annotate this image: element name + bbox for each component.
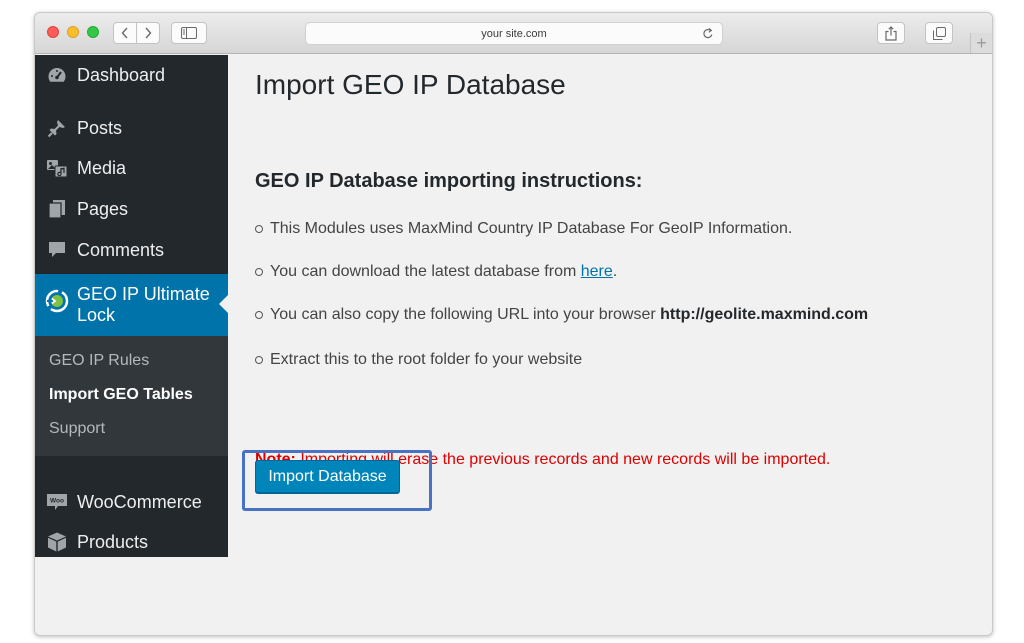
sidebar-item-dashboard[interactable]: Dashboard: [35, 55, 228, 95]
woocommerce-icon: Woo: [35, 492, 77, 512]
dashboard-icon: [35, 66, 77, 84]
bullet-icon: [255, 356, 263, 364]
instruction-text: This Modules uses MaxMind Country IP Dat…: [270, 220, 793, 237]
instruction-item: You can download the latest database fro…: [255, 263, 617, 281]
sidebar-item-label: WooCommerce: [77, 491, 202, 512]
sidebar-item-posts[interactable]: Posts: [35, 108, 228, 148]
sidebar-item-label: Pages: [77, 198, 129, 219]
browser-titlebar: your site.com +: [35, 13, 992, 54]
media-icon: [35, 158, 77, 178]
sidebar-item-comments[interactable]: Comments: [35, 230, 228, 270]
instruction-item: You can also copy the following URL into…: [255, 306, 868, 324]
reload-icon[interactable]: [702, 27, 714, 40]
sidebar-item-geo-ip-ultimate-lock[interactable]: GEO IP Ultimate Lock: [35, 274, 228, 336]
instruction-prefix: You can download the latest database fro…: [270, 263, 581, 280]
sidebar-toggle-button[interactable]: [171, 22, 207, 44]
sidebar-item-woocommerce[interactable]: Woo WooCommerce: [35, 482, 228, 522]
submenu-item-import-geo-tables[interactable]: Import GEO Tables: [49, 386, 193, 404]
sidebar-item-media[interactable]: Media: [35, 148, 228, 188]
bullet-icon: [255, 268, 263, 276]
sidebar-item-label: Products: [77, 531, 149, 552]
instruction-item: Extract this to the root folder fo your …: [255, 351, 582, 369]
share-icon: [885, 25, 897, 41]
sidebar-item-label: Dashboard: [77, 64, 166, 85]
browser-window: your site.com + Dashboard Posts Media Pa…: [34, 12, 993, 636]
sidebar-item-label: GEO IP Ultimate Lock: [77, 284, 210, 325]
instruction-item: This Modules uses MaxMind Country IP Dat…: [255, 220, 792, 238]
download-here-link[interactable]: here: [581, 263, 613, 280]
chevron-right-icon: [145, 27, 152, 39]
instruction-prefix: You can also copy the following URL into…: [270, 306, 661, 323]
main-content: Import GEO IP Database GEO IP Database i…: [228, 55, 992, 635]
submenu-item-support[interactable]: Support: [49, 420, 105, 438]
bullet-icon: [255, 311, 263, 319]
sidebar-item-pages[interactable]: Pages: [35, 189, 228, 229]
instruction-text: You can also copy the following URL into…: [270, 306, 868, 324]
bullet-icon: [255, 225, 263, 233]
zoom-window-button[interactable]: [87, 26, 99, 38]
active-menu-arrow: [219, 295, 228, 313]
import-database-button[interactable]: Import Database: [255, 460, 400, 493]
instruction-suffix: .: [612, 263, 618, 280]
minimize-window-button[interactable]: [67, 26, 79, 38]
tabs-icon: [932, 26, 946, 40]
geo-ip-icon: [35, 284, 77, 314]
geo-ip-submenu: GEO IP Rules Import GEO Tables Support: [35, 336, 228, 456]
sidebar-icon: [181, 27, 197, 39]
woo-badge: Woo: [50, 498, 64, 505]
pages-icon: [35, 199, 77, 219]
new-tab-button[interactable]: +: [970, 33, 992, 53]
address-bar[interactable]: your site.com: [305, 22, 723, 45]
box-icon: [35, 531, 77, 553]
comment-icon: [35, 240, 77, 260]
chevron-left-icon: [121, 27, 128, 39]
sidebar-item-label: Comments: [77, 239, 165, 260]
maxmind-url: http://geolite.maxmind.com: [660, 306, 869, 323]
section-title: GEO IP Database importing instructions:: [255, 170, 643, 192]
url-text: your site.com: [481, 27, 547, 40]
forward-button[interactable]: [136, 22, 160, 44]
share-button[interactable]: [877, 22, 905, 44]
page-title: Import GEO IP Database: [255, 69, 566, 100]
instruction-text: Extract this to the root folder fo your …: [270, 351, 583, 368]
sidebar-item-label: Posts: [77, 117, 123, 138]
show-tabs-button[interactable]: [925, 22, 953, 44]
sidebar-item-products[interactable]: Products: [35, 522, 228, 562]
close-window-button[interactable]: [47, 26, 59, 38]
submenu-item-geo-ip-rules[interactable]: GEO IP Rules: [49, 352, 149, 370]
sidebar-item-label: Media: [77, 157, 127, 178]
pin-icon: [35, 118, 77, 138]
back-button[interactable]: [113, 22, 137, 44]
instruction-text: You can download the latest database fro…: [270, 263, 617, 281]
admin-sidebar: Dashboard Posts Media Pages Comments GEO…: [35, 55, 228, 557]
